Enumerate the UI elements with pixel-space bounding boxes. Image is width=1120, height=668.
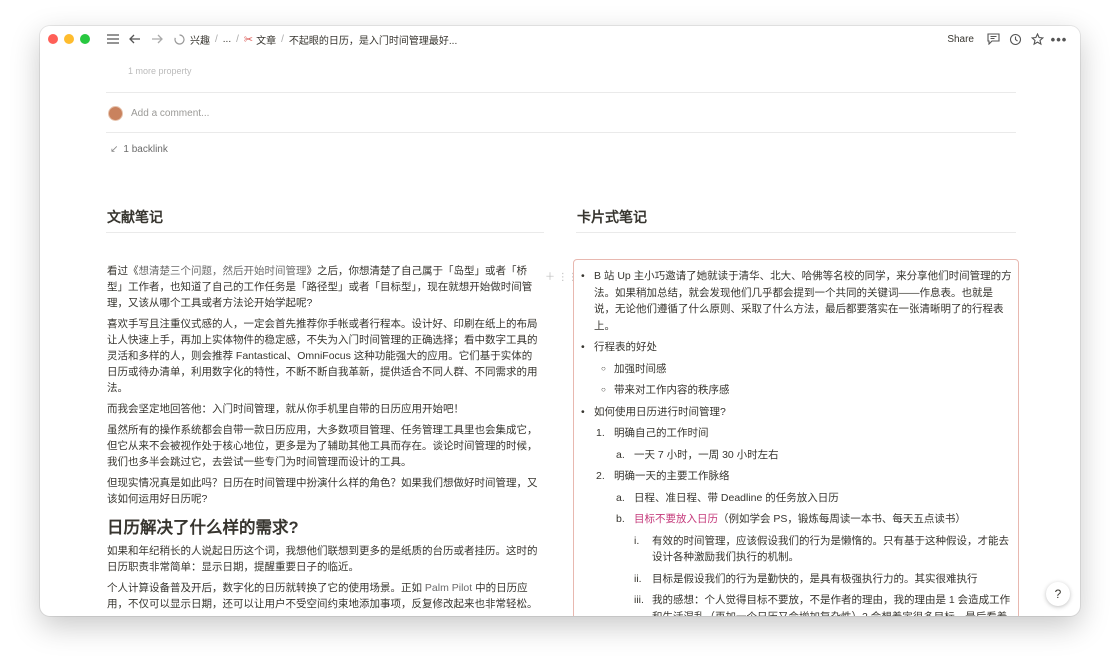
palm-pilot-link[interactable]: Palm Pilot: [425, 582, 472, 594]
minimize-window-button[interactable]: [64, 34, 74, 44]
article-link[interactable]: 想清楚三个问题，然后开始时间管理: [139, 265, 307, 277]
list-item: b. 目标不要放入日历（例如学会 PS，锻炼每周读一本书、每天五点读书）: [616, 513, 966, 525]
page-content: 1 more property Add a comment... ↙ 1 bac…: [40, 52, 1080, 616]
back-arrow-icon[interactable]: [126, 30, 144, 48]
breadcrumb-ellipsis[interactable]: ...: [223, 34, 231, 45]
share-button[interactable]: Share: [947, 34, 974, 45]
list-item: ○ 带来对工作内容的秩序感: [601, 384, 730, 396]
comment-input[interactable]: Add a comment...: [131, 108, 209, 119]
breadcrumb-separator: /: [281, 33, 284, 45]
breadcrumb-item-current-page[interactable]: 不起眼的日历，是入门时间管理最好...: [289, 32, 457, 47]
sidebar-toggle-icon[interactable]: [104, 30, 122, 48]
comment-divider: [106, 132, 1016, 133]
list-item: • B 站 Up 主小巧邀请了她就读于清华、北大、哈佛等名校的同学，来分享他们时间…: [581, 270, 1012, 332]
list-item: a. 日程、准日程、带 Deadline 的任务放入日历: [616, 491, 839, 504]
list-item: i. 有效的时间管理，应该假设我们的行为是懒惰的。只有基于这种假设，才能去设计各种…: [634, 534, 1009, 564]
loading-circle-icon: [170, 30, 188, 48]
card-notes-heading: 卡片式笔记: [577, 209, 647, 225]
goal-link[interactable]: 目标不要放入日历: [634, 513, 718, 525]
app-window: 兴趣 / ... / ✂ 文章 / 不起眼的日历，是入门时间管理最好... Sh…: [40, 26, 1080, 616]
paragraph: 但现实情况真是如此吗？日历在时间管理中扮演什么样的角色？如果我们想做好时间管理，…: [107, 477, 538, 505]
list-item: a. 一天 7 小时，一周 30 小时左右: [616, 448, 779, 461]
card-notes-body: • B 站 Up 主小巧邀请了她就读于清华、北大、哈佛等名校的同学，来分享他们时间…: [581, 268, 1012, 616]
favorite-star-icon[interactable]: [1028, 30, 1046, 48]
more-options-icon[interactable]: •••: [1050, 30, 1068, 48]
list-item: • 行程表的好处: [581, 341, 657, 353]
card-notes-callout: • B 站 Up 主小巧邀请了她就读于清华、北大、哈佛等名校的同学，来分享他们时间…: [573, 259, 1019, 616]
scissors-icon: ✂: [243, 33, 254, 46]
topbar-actions: Share •••: [947, 30, 1070, 48]
paragraph: 如果和年纪稍长的人说起日历这个词，我想他们联想到更多的是纸质的台历或者挂历。这时…: [107, 545, 538, 573]
list-item: ii. 目标是假设我们的行为是勤快的，是具有极强执行力的。其实很难执行: [634, 572, 978, 585]
breadcrumb-separator: /: [236, 33, 239, 45]
list-item: 1. 明确自己的工作时间: [596, 427, 709, 439]
properties-divider: [106, 92, 1016, 93]
paragraph: 喜欢手写且注重仪式感的人，一定会首先推荐你手帐或者行程本。设计好、印刷在纸上的布…: [107, 318, 538, 394]
literature-notes-heading: 文献笔记: [107, 209, 163, 225]
breadcrumb-item-interests[interactable]: 兴趣: [190, 32, 210, 47]
paragraph: 个人计算设备普及开后，数字化的日历就转换了它的使用场景。正如 Palm Pilo…: [107, 582, 538, 610]
breadcrumb-item-articles[interactable]: 文章: [256, 32, 276, 47]
list-item: • 如何使用日历进行时间管理?: [581, 405, 726, 418]
comment-row[interactable]: Add a comment...: [108, 106, 209, 121]
traffic-lights: [48, 34, 96, 44]
avatar: [108, 106, 123, 121]
backlink-arrow-icon: ↙: [110, 144, 119, 155]
section-heading: 日历解决了什么样的需求?: [107, 519, 299, 537]
close-window-button[interactable]: [48, 34, 58, 44]
history-clock-icon[interactable]: [1006, 30, 1024, 48]
literature-notes-body: 看过《想清楚三个问题，然后开始时间管理》之后，你想清楚了自己属于「岛型」或者「桥…: [107, 263, 539, 616]
breadcrumb-separator: /: [215, 33, 218, 45]
left-heading-divider: [106, 232, 544, 233]
backlink-button[interactable]: ↙ 1 backlink: [110, 144, 168, 155]
paragraph: 而我会坚定地回答他：入门时间管理，就从你手机里自带的日历应用开始吧！: [107, 403, 464, 415]
backlink-label: 1 backlink: [123, 144, 168, 155]
forward-arrow-icon[interactable]: [148, 30, 166, 48]
right-heading-divider: [576, 232, 1016, 233]
list-item: iii. 我的感想：个人觉得目标不要放，不是作者的理由，我的理由是 1 会造成工作…: [634, 594, 1011, 616]
top-bar: 兴趣 / ... / ✂ 文章 / 不起眼的日历，是入门时间管理最好... Sh…: [40, 26, 1080, 52]
more-properties-link[interactable]: 1 more property: [128, 66, 192, 76]
list-item: 2. 明确一天的主要工作脉络: [596, 470, 730, 482]
help-button[interactable]: ?: [1046, 582, 1070, 606]
list-item: ○ 加强时间感: [601, 362, 667, 375]
maximize-window-button[interactable]: [80, 34, 90, 44]
comment-icon[interactable]: [984, 30, 1002, 48]
paragraph: 看过《想清楚三个问题，然后开始时间管理》之后，你想清楚了自己属于「岛型」或者「桥…: [107, 265, 533, 309]
paragraph: 虽然所有的操作系统都会自带一款日历应用，大多数项目管理、任务管理工具里也会集成它…: [107, 424, 538, 468]
breadcrumb: 兴趣 / ... / ✂ 文章 / 不起眼的日历，是入门时间管理最好...: [168, 30, 457, 48]
